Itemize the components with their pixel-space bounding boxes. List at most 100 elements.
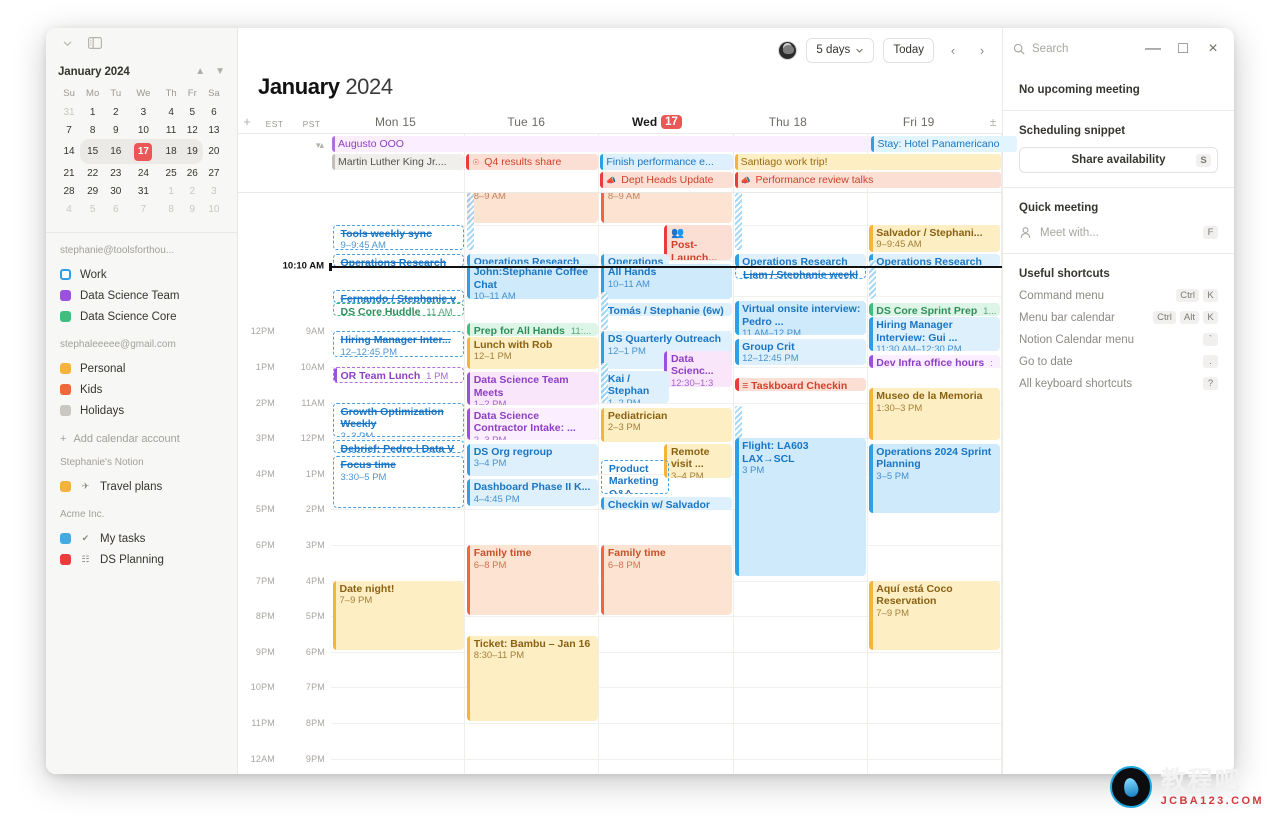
mini-cal-day[interactable]: 23 bbox=[105, 164, 126, 182]
mini-cal-day[interactable]: 3 bbox=[126, 103, 160, 121]
mini-cal-day[interactable]: 25 bbox=[161, 164, 182, 182]
calendar-event[interactable]: Prep for All Hands 11:... bbox=[466, 322, 598, 336]
minimize-button[interactable]: — bbox=[1142, 38, 1164, 60]
calendar-event[interactable]: Family time 6–8 PM bbox=[600, 545, 733, 615]
all-day-event[interactable]: Martin Luther King Jr.... bbox=[332, 154, 465, 170]
calendar-event[interactable]: Ticket: Bambu – Jan 16 8:30–11 PM bbox=[466, 635, 598, 722]
all-day-event[interactable]: ☉ Q4 results share bbox=[466, 154, 599, 170]
mini-cal-day[interactable]: 18 bbox=[160, 139, 182, 164]
calendar-event[interactable]: Remote visit ... 3–4 PM bbox=[663, 443, 733, 478]
calendar-item[interactable]: Personal bbox=[60, 358, 223, 379]
shortcut-row[interactable]: All keyboard shortcuts ? bbox=[1019, 377, 1218, 390]
mini-cal-day[interactable]: 6 bbox=[105, 200, 126, 218]
calendar-event[interactable]: Pediatrician 2–3 PM bbox=[600, 407, 733, 443]
calendar-event[interactable]: DS Core Huddle 11 AM bbox=[332, 302, 464, 316]
shortcut-row[interactable]: Command menu Ctrl K bbox=[1019, 289, 1218, 302]
calendar-event[interactable]: Operations Research St. bbox=[869, 253, 1001, 267]
mini-cal-day[interactable]: 10 bbox=[126, 121, 160, 139]
workspace-item[interactable]: ✔ My tasks bbox=[60, 528, 223, 549]
next-period-button[interactable]: › bbox=[972, 39, 992, 61]
mini-cal-day[interactable]: 7 bbox=[126, 200, 160, 218]
mini-cal-day[interactable]: 8 bbox=[161, 200, 182, 218]
mini-cal-day[interactable]: 3 bbox=[203, 182, 225, 200]
share-availability-button[interactable]: Share availability S bbox=[1019, 147, 1218, 173]
mini-cal-day[interactable]: 7 bbox=[58, 121, 80, 139]
calendar-event[interactable]: Hiring Manager Interview: Gui ... 11:30 … bbox=[869, 317, 1001, 352]
calendar-event[interactable]: Hiring Manager Inter... 12–12:45 PM bbox=[332, 331, 464, 357]
mini-cal-day[interactable]: 29 bbox=[80, 182, 105, 200]
add-event-button[interactable]: + bbox=[238, 114, 256, 129]
calendar-event[interactable]: 8–9 AM bbox=[600, 193, 733, 224]
calendar-event[interactable]: Tools weekly sync 9–9:45 AM bbox=[332, 224, 464, 250]
calendar-event[interactable]: Group Crit 12–12:45 PM bbox=[735, 338, 867, 366]
shortcut-row[interactable]: Go to date . bbox=[1019, 355, 1218, 368]
mini-cal-day[interactable]: 10 bbox=[203, 200, 225, 218]
mini-cal-day[interactable]: 12 bbox=[182, 121, 203, 139]
mini-cal-day[interactable]: 1 bbox=[161, 182, 182, 200]
calendar-item[interactable]: Work bbox=[60, 264, 223, 285]
view-selector-button[interactable]: 5 days bbox=[806, 37, 875, 63]
day-header[interactable]: Fri 19 bbox=[853, 115, 984, 129]
meet-with-input[interactable]: Meet with... F bbox=[1019, 226, 1218, 239]
calendar-event[interactable]: ≡ Taskboard Checkin 1... bbox=[735, 377, 867, 391]
calendar-event[interactable]: Operations Research St. bbox=[332, 253, 464, 267]
mini-cal-day[interactable]: 20 bbox=[203, 139, 225, 164]
day-header[interactable]: Wed 17 bbox=[592, 115, 723, 129]
calendar-event[interactable]: DS Org regroup 3–4 PM bbox=[466, 443, 598, 476]
chevron-down-icon[interactable] bbox=[60, 36, 74, 50]
mini-cal-day[interactable]: 15 bbox=[80, 139, 106, 164]
add-calendar-account-button[interactable]: + Add calendar account bbox=[46, 421, 237, 445]
calendar-event[interactable]: Fernando / Stephanie v bbox=[332, 290, 464, 304]
toggle-sidebar-icon[interactable] bbox=[88, 36, 102, 50]
calendar-event[interactable]: Kai / Stephan 1–2 PM bbox=[600, 370, 670, 403]
mini-cal-next-icon[interactable]: ▼ bbox=[215, 67, 225, 77]
calendar-event[interactable]: Operations Research St. bbox=[735, 253, 867, 267]
calendar-event[interactable]: John:Stephanie Coffee Chat 10–11 AM bbox=[466, 264, 598, 299]
mini-cal-day[interactable]: 13 bbox=[203, 121, 225, 139]
mini-cal-day[interactable]: 9 bbox=[182, 200, 203, 218]
mini-cal-day[interactable]: 14 bbox=[58, 139, 80, 164]
day-header[interactable]: Tue 16 bbox=[461, 115, 592, 129]
search-input[interactable]: Search bbox=[1013, 43, 1134, 55]
calendar-event[interactable]: Focus time 3:30–5 PM bbox=[332, 456, 464, 508]
mini-cal-day[interactable]: 2 bbox=[105, 103, 126, 121]
calendar-event[interactable]: Tomás / Stephanie (6w) bbox=[600, 302, 733, 316]
calendar-event[interactable]: Data Science Contractor Intake: ... 2–3 … bbox=[466, 407, 598, 441]
mini-cal-day[interactable]: 31 bbox=[126, 182, 160, 200]
mini-cal-day[interactable]: 1 bbox=[80, 103, 105, 121]
mini-cal-day[interactable]: 2 bbox=[182, 182, 203, 200]
workspace-item[interactable]: ☷ DS Planning bbox=[60, 549, 223, 570]
mini-cal-day[interactable]: 5 bbox=[80, 200, 105, 218]
mini-cal-day[interactable]: 27 bbox=[203, 164, 225, 182]
calendar-event[interactable]: Aquí está Coco Reservation 7–9 PM bbox=[869, 580, 1001, 651]
calendar-event[interactable]: 8–9 AM bbox=[466, 193, 598, 224]
close-button[interactable]: × bbox=[1202, 38, 1224, 60]
all-day-event[interactable]: 📣 Performance review talks bbox=[734, 172, 1001, 188]
calendar-event[interactable]: Operations 2024 Sprint Planning 3–5 PM bbox=[869, 443, 1001, 514]
workspace-item[interactable]: ✈ Travel plans bbox=[60, 476, 223, 497]
calendar-event[interactable]: Salvador / Stephani... 9–9:45 AM bbox=[869, 224, 1001, 253]
calendar-event[interactable]: All Hands 10–11 AM bbox=[600, 264, 733, 299]
all-day-event[interactable]: Finish performance e... bbox=[600, 154, 733, 170]
calendar-event[interactable]: Museo de la Memoria 1:30–3 PM bbox=[869, 388, 1001, 441]
calendar-event[interactable]: Dev Infra office hours : bbox=[869, 354, 1001, 368]
all-day-event[interactable]: Santiago work trip! bbox=[734, 154, 1001, 170]
mini-cal-day[interactable]: 8 bbox=[80, 121, 105, 139]
mini-cal-day[interactable]: 28 bbox=[58, 182, 80, 200]
calendar-item[interactable]: Data Science Team bbox=[60, 285, 223, 306]
shortcut-row[interactable]: Notion Calendar menu ` bbox=[1019, 333, 1218, 346]
mini-cal-day[interactable]: 19 bbox=[181, 139, 203, 164]
maximize-button[interactable]: □ bbox=[1172, 38, 1194, 60]
calendar-event[interactable]: Product Marketing Q&A 3:30–4:30 PM bbox=[600, 459, 670, 494]
mini-cal-day[interactable]: 31 bbox=[58, 103, 80, 121]
day-header[interactable]: Thu 18 bbox=[722, 115, 853, 129]
timezone-settings-icon[interactable]: ± bbox=[984, 115, 1002, 129]
calendar-event[interactable]: 👥 Post-Launch... 9–10 AM bbox=[663, 224, 733, 261]
calendar-event[interactable]: Debrief: Pedro | Data V bbox=[332, 439, 464, 453]
calendar-event[interactable]: Family time 6–8 PM bbox=[466, 545, 598, 615]
mini-cal-day[interactable]: 22 bbox=[80, 164, 105, 182]
mini-cal-day[interactable]: 24 bbox=[126, 164, 160, 182]
all-day-event[interactable]: 📣 Dept Heads Update bbox=[600, 172, 733, 188]
calendar-event[interactable]: Checkin w/ Salvador 4... bbox=[600, 496, 733, 510]
mini-cal-day[interactable]: 5 bbox=[182, 103, 203, 121]
